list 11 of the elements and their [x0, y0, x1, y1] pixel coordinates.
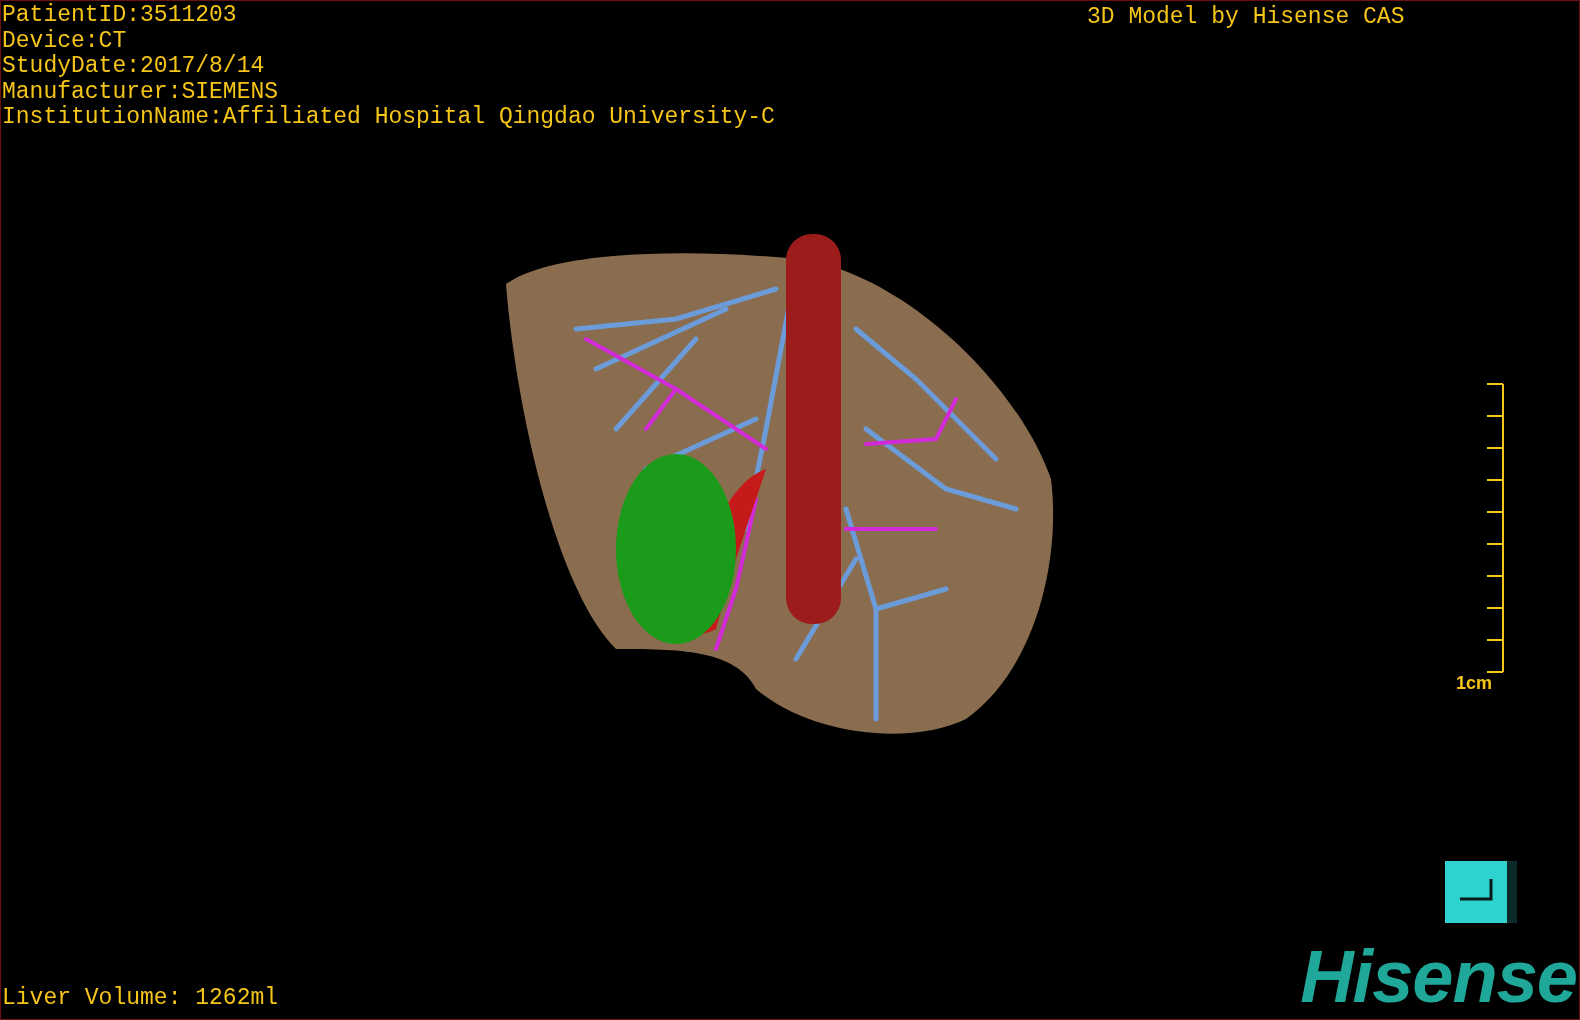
study-info-line: Device:CT: [2, 28, 127, 54]
model-caption: 3D Model by Hisense CAS: [1087, 4, 1405, 30]
scale-bar-icon: [1485, 383, 1505, 673]
liver-volume-label: Liver Volume: 1262ml: [2, 985, 279, 1011]
scale-label: 1cm: [1456, 673, 1493, 693]
study-info-line: StudyDate:2017/8/14: [2, 54, 265, 80]
orientation-cube-icon[interactable]: [1445, 861, 1519, 923]
study-info-line: PatientID:3511203: [2, 3, 237, 29]
study-info-line: InstitutionName:Affiliated Hospital Qingdao University-C: [2, 105, 775, 131]
brand-logo: Hisense: [1300, 939, 1577, 1015]
study-info-line: Manufacturer:SIEMENS: [2, 79, 279, 105]
